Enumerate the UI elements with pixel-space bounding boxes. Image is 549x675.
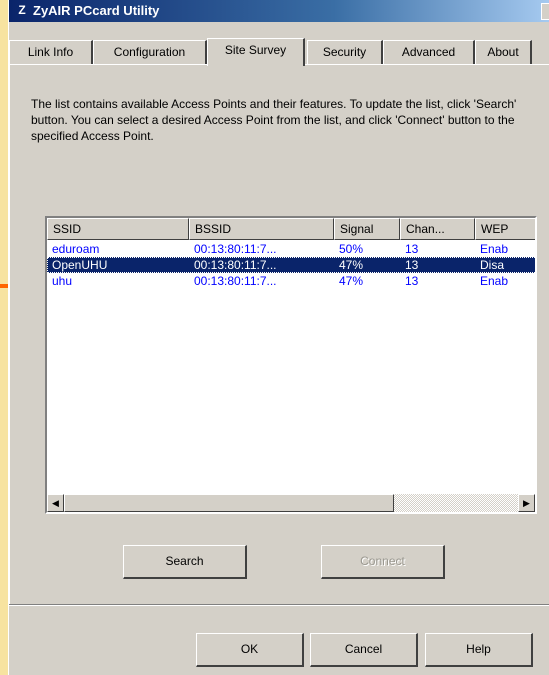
scroll-track[interactable] [64,494,518,512]
column-header-channel[interactable]: Chan... [400,218,475,240]
tab-about[interactable]: About [475,40,532,64]
bssid-cell: 00:13:80:11:7... [194,242,277,256]
column-header-signal[interactable]: Signal [334,218,400,240]
column-header-ssid[interactable]: SSID [47,218,189,240]
horizontal-scrollbar[interactable]: ◀ ▶ [47,494,535,512]
tab-security[interactable]: Security [307,40,383,64]
ssid-cell: uhu [52,274,73,288]
cancel-button[interactable]: Cancel [310,633,418,667]
ok-button[interactable]: OK [196,633,304,667]
tab-link-info[interactable]: Link Info [9,40,93,64]
signal-cell: 50% [339,242,364,256]
site-survey-description: The list contains available Access Point… [31,97,517,143]
list-item[interactable]: uhu 00:13:80:11:7... 47% 13 Enab [47,273,535,289]
scroll-left-icon[interactable]: ◀ [47,494,64,512]
tab-advanced[interactable]: Advanced [383,40,475,64]
connect-button[interactable]: Connect [321,545,445,579]
tab-configuration[interactable]: Configuration [93,40,207,64]
signal-cell: 47% [339,258,364,272]
tab-strip: Link Info Configuration Site Survey Secu… [9,38,549,66]
column-header-wep[interactable]: WEP [475,218,535,240]
title-bar[interactable]: Z ZyAIR PCcard Utility [9,0,549,22]
access-point-list[interactable]: SSID BSSID Signal Chan... WEP eduroam 00… [45,216,537,514]
ssid-cell: eduroam [52,242,100,256]
bssid-cell: 00:13:80:11:7... [194,258,277,272]
list-item-selected[interactable]: OpenUHU 00:13:80:11:7... 47% 13 Disa [47,257,535,273]
column-header-bssid[interactable]: BSSID [189,218,334,240]
tab-site-survey[interactable]: Site Survey [207,38,305,66]
channel-cell: 13 [405,258,419,272]
help-button[interactable]: Help [425,633,533,667]
channel-cell: 13 [405,274,419,288]
window-control-button[interactable] [541,3,549,20]
list-header: SSID BSSID Signal Chan... WEP [47,218,535,240]
signal-cell: 47% [339,274,364,288]
app-window: Z ZyAIR PCcard Utility Link Info Configu… [8,0,549,675]
search-button[interactable]: Search [123,545,247,579]
bssid-cell: 00:13:80:11:7... [194,274,277,288]
wep-cell: Enab [480,274,509,288]
window-title: ZyAIR PCcard Utility [33,3,160,18]
footer-divider [9,604,549,606]
channel-cell: 13 [405,242,419,256]
list-item[interactable]: eduroam 00:13:80:11:7... 50% 13 Enab [47,241,535,257]
scroll-right-icon[interactable]: ▶ [518,494,535,512]
wep-cell: Enab [480,242,509,256]
wep-cell: Disa [480,258,505,272]
ssid-cell: OpenUHU [52,258,108,272]
scroll-thumb[interactable] [64,494,394,512]
zyair-logo-icon: Z [18,3,26,17]
